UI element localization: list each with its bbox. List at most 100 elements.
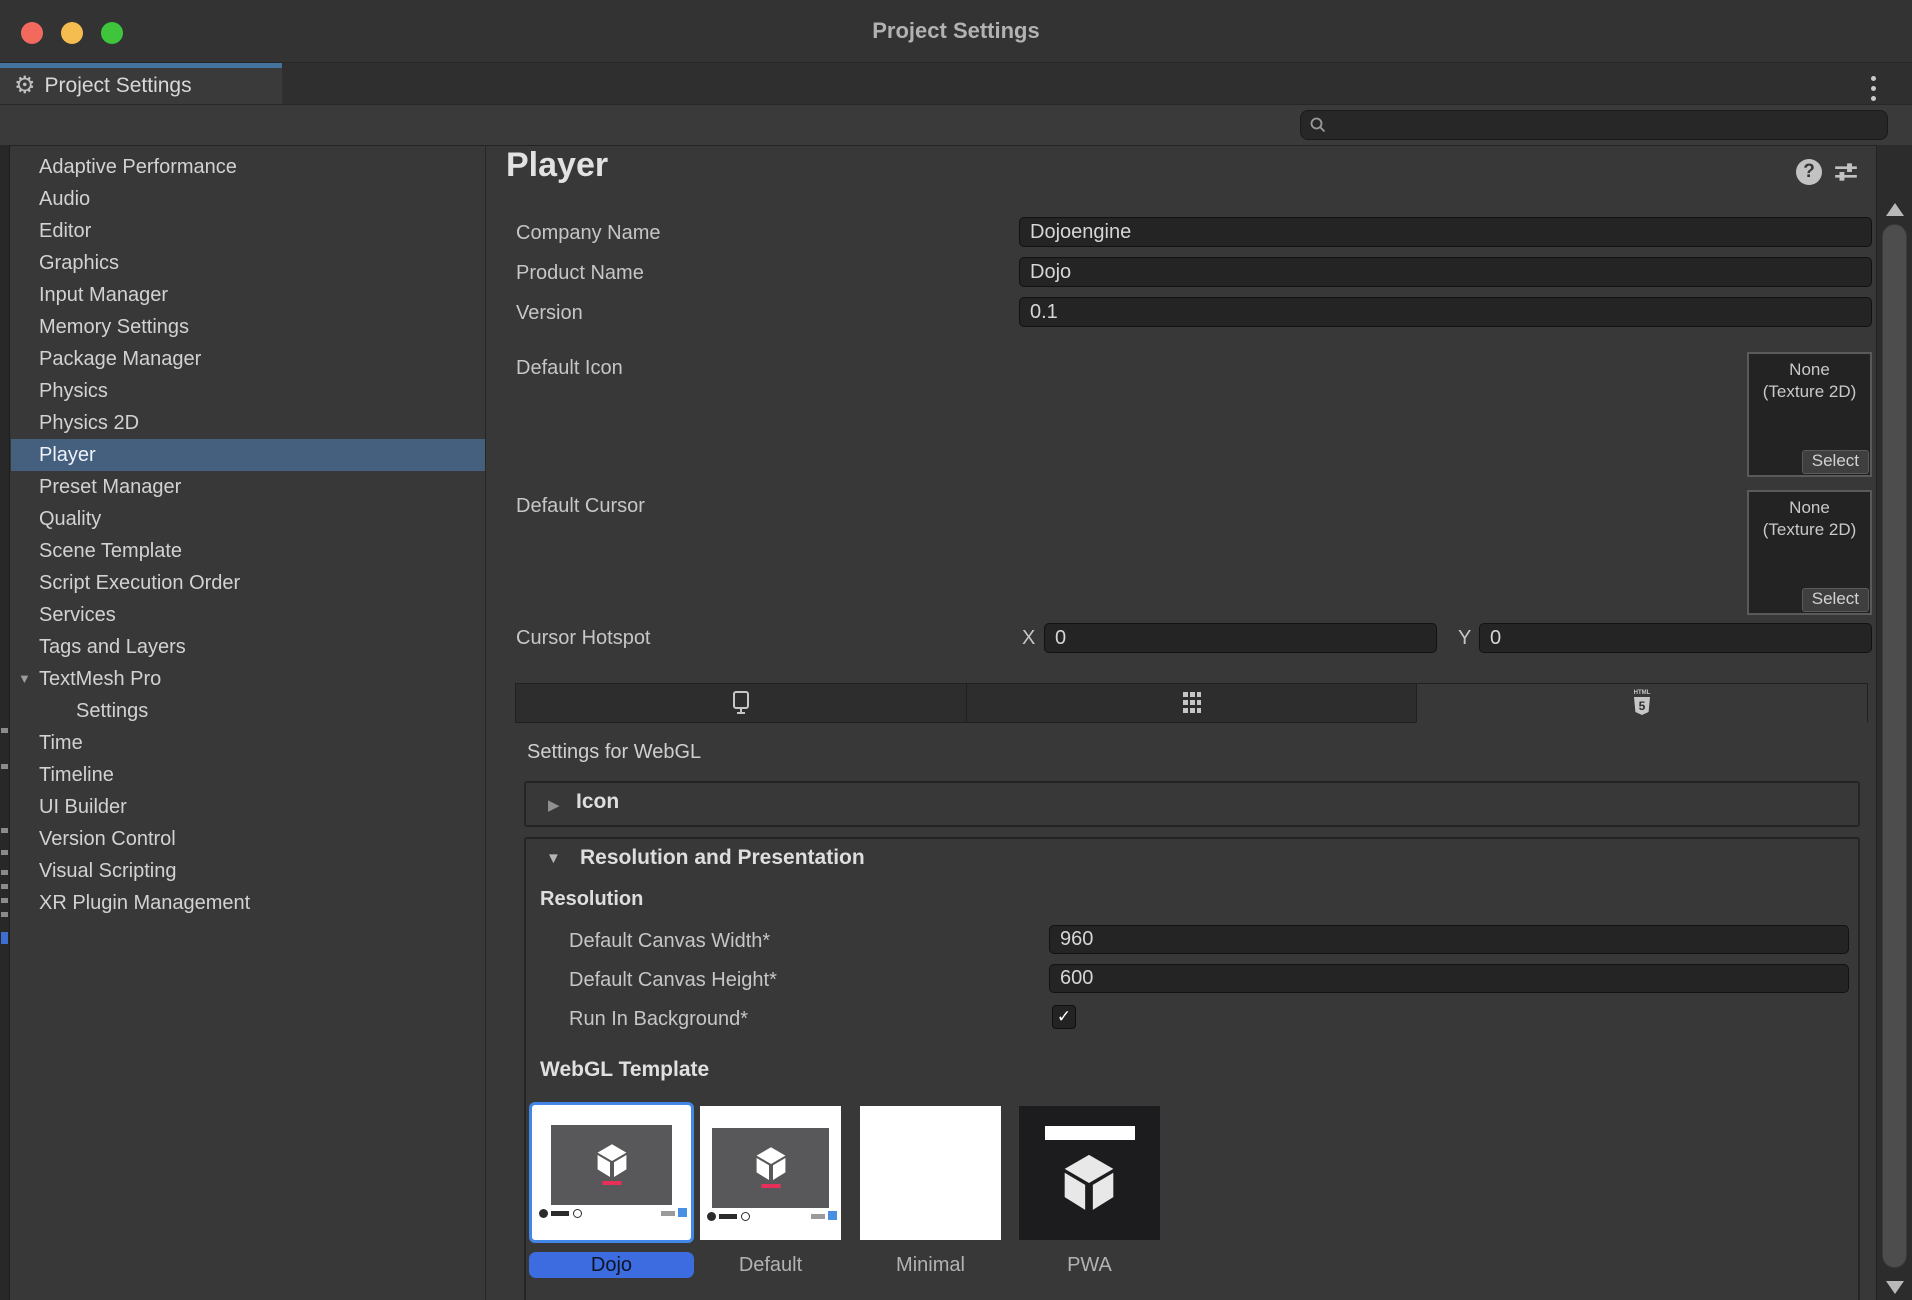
sliders-icon-glyph <box>1833 159 1859 185</box>
platform-tab-dedicated-server[interactable] <box>966 683 1417 723</box>
sidebar-item-timeline[interactable]: Timeline <box>11 759 485 791</box>
scrollbar-down-icon[interactable] <box>1886 1281 1904 1294</box>
run-in-background-label: Run In Background* <box>569 1004 748 1034</box>
sidebar-item-adaptive-performance[interactable]: Adaptive Performance <box>11 151 485 183</box>
search-icon <box>1309 116 1327 134</box>
template-label-dojo[interactable]: Dojo <box>529 1252 694 1278</box>
sidebar-item-label: Input Manager <box>39 284 168 306</box>
default-cursor-object-picker[interactable]: None (Texture 2D) Select <box>1747 490 1872 615</box>
pwa-thumbnail-bar <box>1045 1126 1135 1140</box>
search-field[interactable] <box>1327 114 1871 137</box>
sidebar-item-label: UI Builder <box>39 796 127 818</box>
dojo-logo-icon <box>592 1141 632 1189</box>
sidebar-item-quality[interactable]: Quality <box>11 503 485 535</box>
version-input[interactable]: 0.1 <box>1019 297 1872 327</box>
sidebar-item-label: Physics <box>39 380 108 402</box>
sidebar-item-label: Editor <box>39 220 91 242</box>
sidebar-item-label: Graphics <box>39 252 119 274</box>
template-label-pwa[interactable]: PWA <box>1019 1254 1160 1277</box>
sidebar-item-physics-2d[interactable]: Physics 2D <box>11 407 485 439</box>
sidebar-item-audio[interactable]: Audio <box>11 183 485 215</box>
template-card-minimal[interactable] <box>860 1106 1001 1240</box>
sidebar-item-time[interactable]: Time <box>11 727 485 759</box>
page-title: Player <box>506 146 608 185</box>
gear-icon: ⚙ <box>14 74 36 98</box>
server-icon <box>1180 690 1204 716</box>
sidebar-item-label: Version Control <box>39 828 176 850</box>
svg-text:HTML: HTML <box>1634 690 1651 696</box>
hotspot-y-input[interactable]: 0 <box>1479 623 1872 653</box>
product-name-label: Product Name <box>516 258 644 288</box>
version-label: Version <box>516 298 583 328</box>
sidebar-item-services[interactable]: Services <box>11 599 485 631</box>
default-cursor-select-button[interactable]: Select <box>1802 588 1869 612</box>
scrollbar-thumb[interactable] <box>1882 224 1907 1268</box>
template-card-default[interactable] <box>700 1106 841 1240</box>
scrollbar-up-icon[interactable] <box>1886 203 1904 216</box>
sidebar-item-label: Time <box>39 732 83 754</box>
platform-tab-webgl[interactable]: HTML 5 <box>1416 683 1868 723</box>
hotspot-x-label: X <box>1022 623 1035 653</box>
platform-tab-bar: HTML 5 <box>515 683 1868 723</box>
sidebar-item-input-manager[interactable]: Input Manager <box>11 279 485 311</box>
sidebar-item-visual-scripting[interactable]: Visual Scripting <box>11 855 485 887</box>
sidebar-item-preset-manager[interactable]: Preset Manager <box>11 471 485 503</box>
sidebar-item-version-control[interactable]: Version Control <box>11 823 485 855</box>
search-input[interactable] <box>1300 110 1888 140</box>
foldout-expanded-icon[interactable]: ▼ <box>18 663 31 695</box>
sidebar-item-script-execution-order[interactable]: Script Execution Order <box>11 567 485 599</box>
canvas-width-input[interactable]: 960 <box>1049 925 1849 954</box>
docked-panel-edge <box>0 145 10 1300</box>
foldout-expanded-icon[interactable]: ▼ <box>546 850 561 867</box>
template-card-pwa[interactable] <box>1019 1106 1160 1240</box>
sidebar-item-label: Scene Template <box>39 540 182 562</box>
dojo-logo-icon <box>751 1144 791 1192</box>
tab-menu-icon[interactable] <box>1871 73 1876 103</box>
sidebar-item-memory-settings[interactable]: Memory Settings <box>11 311 485 343</box>
canvas-width-label: Default Canvas Width* <box>569 926 770 956</box>
webgl-template-heading: WebGL Template <box>540 1058 709 1082</box>
svg-text:5: 5 <box>1639 699 1646 713</box>
company-name-input[interactable]: Dojoengine <box>1019 217 1872 247</box>
object-none-text: None <box>1749 497 1870 519</box>
sidebar-item-label: Quality <box>39 508 101 530</box>
run-in-background-checkbox[interactable]: ✓ <box>1052 1005 1076 1029</box>
product-name-input[interactable]: Dojo <box>1019 257 1872 287</box>
object-none-text: None <box>1749 359 1870 381</box>
sidebar-item-textmesh-pro[interactable]: ▼TextMesh Pro <box>11 663 485 695</box>
template-label-minimal[interactable]: Minimal <box>860 1254 1001 1277</box>
object-type-text: (Texture 2D) <box>1749 381 1870 403</box>
hotspot-x-input[interactable]: 0 <box>1044 623 1437 653</box>
settings-category-list: Adaptive Performance Audio Editor Graphics I… <box>11 151 485 919</box>
sidebar-item-graphics[interactable]: Graphics <box>11 247 485 279</box>
sidebar-item-settings[interactable]: Settings <box>11 695 485 727</box>
sidebar-item-package-manager[interactable]: Package Manager <box>11 343 485 375</box>
resolution-presentation-label[interactable]: Resolution and Presentation <box>580 846 865 870</box>
default-icon-object-picker[interactable]: None (Texture 2D) Select <box>1747 352 1872 477</box>
sidebar-item-player[interactable]: Player <box>11 439 485 471</box>
unity-cube-icon <box>1057 1151 1121 1215</box>
sidebar-item-label: Audio <box>39 188 90 210</box>
company-name-label: Company Name <box>516 218 661 248</box>
sidebar-item-tags-and-layers[interactable]: Tags and Layers <box>11 631 485 663</box>
sidebar-item-editor[interactable]: Editor <box>11 215 485 247</box>
sidebar-item-physics[interactable]: Physics <box>11 375 485 407</box>
window-title: Project Settings <box>0 18 1912 44</box>
sidebar-item-label: Package Manager <box>39 348 201 370</box>
sidebar-item-scene-template[interactable]: Scene Template <box>11 535 485 567</box>
template-thumbnail <box>551 1125 672 1205</box>
presets-sliders-icon[interactable] <box>1833 159 1859 185</box>
template-label-default[interactable]: Default <box>700 1254 841 1277</box>
template-card-dojo[interactable] <box>529 1102 694 1243</box>
foldout-collapsed-icon[interactable]: ▶ <box>548 796 560 814</box>
help-icon[interactable]: ? <box>1796 159 1822 185</box>
icon-section-header[interactable]: ▶ Icon <box>524 781 1860 827</box>
platform-tab-desktop[interactable] <box>515 683 966 723</box>
canvas-height-input[interactable]: 600 <box>1049 964 1849 993</box>
tab-project-settings[interactable]: ⚙ Project Settings <box>0 63 282 104</box>
default-icon-select-button[interactable]: Select <box>1802 450 1869 474</box>
sidebar-item-xr-plugin-management[interactable]: XR Plugin Management <box>11 887 485 919</box>
sidebar-item-label: Timeline <box>39 764 114 786</box>
sidebar-item-label: Memory Settings <box>39 316 189 338</box>
sidebar-item-ui-builder[interactable]: UI Builder <box>11 791 485 823</box>
